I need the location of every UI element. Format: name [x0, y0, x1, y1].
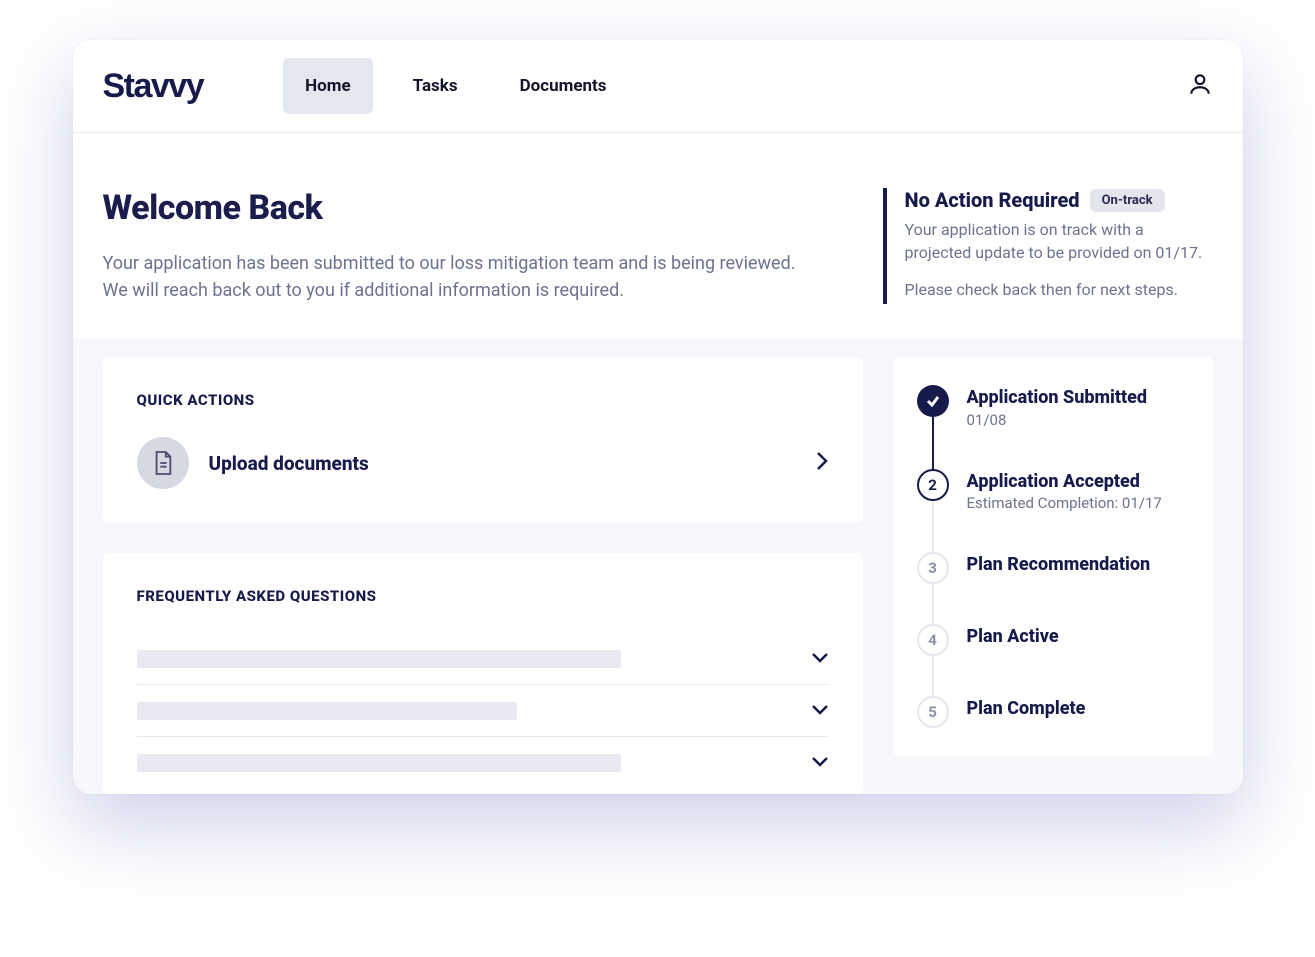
quick-action-upload-documents[interactable]: Upload documents	[137, 437, 829, 489]
content-area: QUICK ACTIONS Upload documents	[73, 339, 1243, 794]
subtitle-line: Your application has been submitted to o…	[103, 253, 796, 274]
quick-actions-card: QUICK ACTIONS Upload documents	[103, 357, 863, 523]
progress-steps: Application Submitted 01/08 2 Applicatio…	[917, 385, 1189, 728]
app-frame: Stavvy Home Tasks Documents Welcome Back	[73, 40, 1243, 794]
faq-question-placeholder	[137, 754, 621, 772]
status-badge: On-track	[1090, 189, 1165, 212]
hero-section: Welcome Back Your application has been s…	[73, 133, 1243, 339]
status-header: No Action Required On-track	[905, 188, 1213, 212]
step-subtitle: Estimated Completion: 01/17	[967, 494, 1162, 512]
page-title: Welcome Back	[103, 188, 843, 228]
nav-label: Home	[305, 76, 351, 96]
step-subtitle: 01/08	[967, 411, 1148, 429]
status-line: Your application is on track with a proj…	[905, 220, 1203, 262]
progress-step-active: 4 Plan Active	[917, 624, 1189, 696]
check-icon	[917, 385, 949, 417]
faq-card: FREQUENTLY ASKED QUESTIONS	[103, 553, 863, 794]
nav-tasks[interactable]: Tasks	[391, 58, 480, 114]
nav-home[interactable]: Home	[283, 58, 373, 114]
step-title: Plan Active	[967, 626, 1059, 648]
quick-action-label: Upload documents	[209, 452, 795, 475]
faq-item[interactable]	[137, 633, 829, 685]
nav-label: Tasks	[413, 76, 458, 96]
progress-step-accepted: 2 Application Accepted Estimated Complet…	[917, 469, 1189, 553]
brand-name: Stavvy	[103, 67, 204, 105]
brand-logo[interactable]: Stavvy	[103, 67, 204, 106]
progress-step-submitted: Application Submitted 01/08	[917, 385, 1189, 469]
chevron-down-icon	[811, 649, 829, 668]
nav-label: Documents	[520, 76, 607, 96]
primary-nav: Home Tasks Documents	[283, 58, 1186, 114]
profile-icon[interactable]	[1187, 71, 1213, 101]
chevron-down-icon	[811, 701, 829, 720]
status-description: Your application is on track with a proj…	[905, 218, 1213, 302]
document-icon	[137, 437, 189, 489]
step-number: 4	[917, 624, 949, 656]
status-panel: No Action Required On-track Your applica…	[883, 188, 1213, 304]
page-subtitle: Your application has been submitted to o…	[103, 250, 823, 304]
step-title: Plan Recommendation	[967, 554, 1151, 576]
hero-left: Welcome Back Your application has been s…	[103, 188, 843, 304]
chevron-right-icon	[815, 451, 829, 475]
content-left-column: QUICK ACTIONS Upload documents	[103, 357, 863, 794]
status-title: No Action Required	[905, 188, 1080, 212]
step-title: Plan Complete	[967, 698, 1086, 720]
subtitle-line: We will reach back out to you if additio…	[103, 280, 624, 301]
progress-card: Application Submitted 01/08 2 Applicatio…	[893, 357, 1213, 756]
faq-question-placeholder	[137, 650, 621, 668]
status-line: Please check back then for next steps.	[905, 280, 1178, 299]
faq-heading: FREQUENTLY ASKED QUESTIONS	[137, 587, 829, 605]
step-number: 3	[917, 552, 949, 584]
nav-documents[interactable]: Documents	[498, 58, 629, 114]
quick-actions-heading: QUICK ACTIONS	[137, 391, 829, 409]
step-title: Application Submitted	[967, 387, 1148, 409]
step-title: Application Accepted	[967, 471, 1162, 493]
chevron-down-icon	[811, 753, 829, 772]
progress-step-recommendation: 3 Plan Recommendation	[917, 552, 1189, 624]
step-number: 2	[917, 469, 949, 501]
faq-item[interactable]	[137, 737, 829, 788]
faq-item[interactable]	[137, 685, 829, 737]
progress-step-complete: 5 Plan Complete	[917, 696, 1189, 728]
step-number: 5	[917, 696, 949, 728]
topbar: Stavvy Home Tasks Documents	[73, 40, 1243, 133]
faq-question-placeholder	[137, 702, 518, 720]
